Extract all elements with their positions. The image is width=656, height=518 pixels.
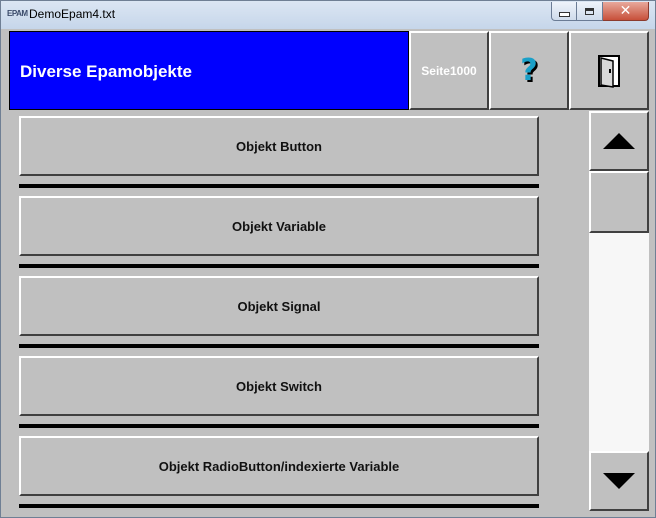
object-list: Objekt Button Objekt Variable Objekt Sig…: [9, 111, 581, 511]
maximize-button[interactable]: [577, 2, 603, 21]
close-icon: ✕: [619, 3, 632, 19]
list-item-label: Objekt Variable: [232, 218, 326, 234]
scroll-down-button[interactable]: [589, 451, 649, 511]
list-item-label: Objekt RadioButton/indexierte Variable: [158, 458, 400, 474]
app-window: EPAM DemoEpam4.txt ✕ Diverse Epamobjekte…: [0, 0, 656, 518]
object-button-button[interactable]: Objekt Button: [19, 116, 539, 176]
page-header: Diverse Epamobjekte: [9, 31, 409, 110]
help-button[interactable]: ?: [489, 31, 569, 110]
door-exit-icon: [598, 54, 620, 88]
object-switch-button[interactable]: Objekt Switch: [19, 356, 539, 416]
exit-button[interactable]: [569, 31, 649, 110]
page-title: Diverse Epamobjekte: [20, 62, 192, 81]
window-controls: ✕: [551, 2, 649, 21]
arrow-down-icon: [603, 473, 635, 489]
page-button-label: Seite1000: [421, 63, 477, 78]
list-item-label: Objekt Button: [236, 138, 322, 154]
list-item-label: Objekt Signal: [237, 298, 321, 314]
object-variable-button[interactable]: Objekt Variable: [19, 196, 539, 256]
minimize-icon: [558, 11, 570, 17]
list-item-label: Objekt Switch: [236, 378, 322, 394]
title-bar[interactable]: EPAM DemoEpam4.txt ✕: [1, 1, 655, 29]
scrollbar-thumb[interactable]: [589, 171, 649, 233]
question-mark-icon: ?: [520, 53, 538, 88]
scrollbar-track[interactable]: [589, 233, 649, 451]
separator: [19, 344, 539, 348]
separator: [19, 184, 539, 188]
minimize-button[interactable]: [551, 2, 577, 21]
object-signal-button[interactable]: Objekt Signal: [19, 276, 539, 336]
page-button[interactable]: Seite1000: [409, 31, 489, 110]
window-title: DemoEpam4.txt: [29, 7, 116, 21]
separator: [19, 264, 539, 268]
separator: [19, 504, 539, 508]
scroll-up-button[interactable]: [589, 111, 649, 171]
object-radiobutton-button[interactable]: Objekt RadioButton/indexierte Variable: [19, 436, 539, 496]
maximize-icon: [585, 7, 594, 15]
arrow-up-icon: [603, 133, 635, 149]
app-icon: EPAM: [7, 9, 28, 18]
close-button[interactable]: ✕: [603, 2, 649, 21]
separator: [19, 424, 539, 428]
